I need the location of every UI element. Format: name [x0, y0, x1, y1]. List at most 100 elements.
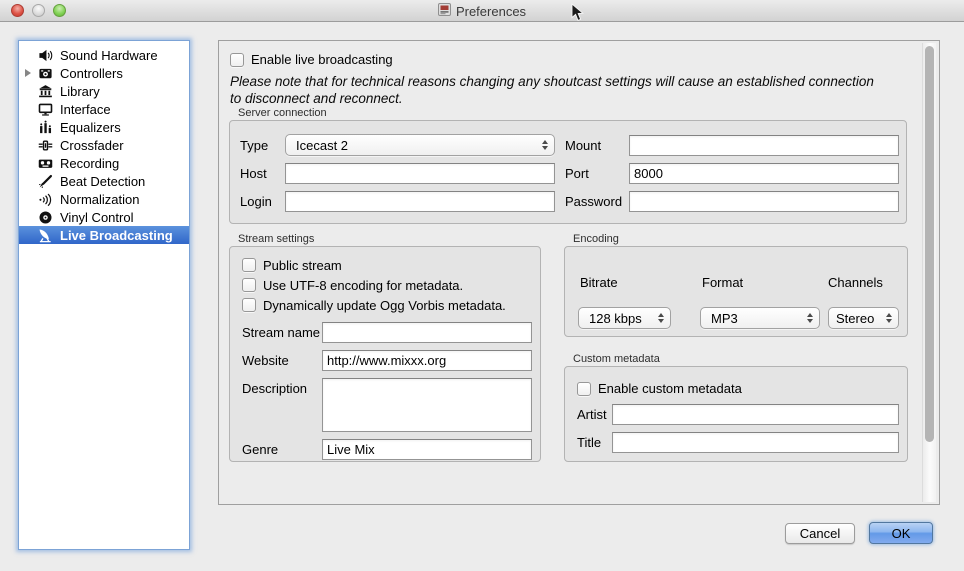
- vinyl-record-icon: [36, 209, 55, 225]
- public-stream-checkbox[interactable]: [242, 258, 256, 272]
- sidebar-item-label: Crossfader: [60, 138, 124, 153]
- website-label: Website: [242, 350, 322, 368]
- enable-live-broadcasting-label: Enable live broadcasting: [251, 52, 393, 67]
- cassette-icon: [36, 155, 55, 171]
- stream-name-label: Stream name: [242, 322, 322, 340]
- soundwave-icon: [36, 191, 55, 207]
- title-input[interactable]: [612, 432, 899, 453]
- zoom-button[interactable]: [53, 4, 66, 17]
- preferences-window: Preferences Sound Hardware Controllers L…: [0, 0, 964, 571]
- encoding-title: Encoding: [573, 233, 908, 246]
- stream-settings-title: Stream settings: [238, 233, 541, 246]
- port-label: Port: [555, 166, 629, 181]
- monitor-icon: [36, 101, 55, 117]
- utf8-metadata-row: Use UTF-8 encoding for metadata.: [242, 275, 532, 295]
- stepper-arrows-icon: [658, 313, 664, 324]
- server-connection-group: Server connection Type Icecast 2 Mount H…: [229, 107, 907, 224]
- mount-label: Mount: [555, 138, 629, 153]
- stream-name-input[interactable]: [322, 322, 532, 343]
- ogg-metadata-checkbox[interactable]: [242, 298, 256, 312]
- mouse-cursor-icon: [571, 3, 584, 27]
- equalizer-bars-icon: [36, 119, 55, 135]
- host-label: Host: [240, 166, 285, 181]
- server-connection-title: Server connection: [238, 107, 907, 120]
- library-icon: [36, 83, 55, 99]
- sidebar-item-label: Recording: [60, 156, 119, 171]
- stepper-arrows-icon: [542, 140, 548, 151]
- sidebar-item-label: Equalizers: [60, 120, 121, 135]
- scrollbar-thumb[interactable]: [925, 46, 934, 442]
- custom-metadata-title: Custom metadata: [573, 353, 908, 366]
- encoding-group: Encoding Bitrate Format Channels 128 kbp…: [564, 233, 908, 337]
- minimize-button[interactable]: [32, 4, 45, 17]
- bitrate-label: Bitrate: [580, 275, 618, 290]
- utf8-metadata-label: Use UTF-8 encoding for metadata.: [263, 278, 463, 293]
- custom-metadata-group: Custom metadata Enable custom metadata A…: [564, 353, 908, 462]
- stream-settings-group: Stream settings Public stream Use UTF-8 …: [229, 233, 541, 462]
- sidebar-item-controllers[interactable]: Controllers: [19, 64, 189, 82]
- close-button[interactable]: [11, 4, 24, 17]
- sidebar-item-label: Sound Hardware: [60, 48, 158, 63]
- sidebar-item-label: Library: [60, 84, 100, 99]
- live-broadcasting-pane: Enable live broadcasting Please note tha…: [218, 40, 940, 505]
- enable-live-broadcasting-checkbox[interactable]: [230, 53, 244, 67]
- ogg-metadata-row: Dynamically update Ogg Vorbis metadata.: [242, 295, 532, 315]
- crossfader-icon: [36, 137, 55, 153]
- artist-label: Artist: [577, 407, 607, 422]
- sidebar-item-label: Normalization: [60, 192, 139, 207]
- sidebar-item-label: Controllers: [60, 66, 123, 81]
- stepper-arrows-icon: [886, 313, 892, 324]
- window-title: Preferences: [456, 4, 526, 19]
- sidebar-item-recording[interactable]: Recording: [19, 154, 189, 172]
- sidebar-item-label: Vinyl Control: [60, 210, 133, 225]
- sidebar-item-label: Live Broadcasting: [60, 228, 173, 243]
- type-dropdown[interactable]: Icecast 2: [285, 134, 555, 156]
- ogg-metadata-label: Dynamically update Ogg Vorbis metadata.: [263, 298, 506, 313]
- satellite-dish-icon: [36, 227, 55, 243]
- channels-dropdown[interactable]: Stereo: [828, 307, 899, 329]
- login-label: Login: [240, 194, 285, 209]
- format-dropdown[interactable]: MP3: [700, 307, 820, 329]
- password-label: Password: [555, 194, 629, 209]
- port-input[interactable]: [629, 163, 899, 184]
- public-stream-label: Public stream: [263, 258, 342, 273]
- shoutcast-note: Please note that for technical reasons c…: [230, 73, 930, 107]
- ok-button[interactable]: OK: [869, 522, 933, 544]
- genre-input[interactable]: [322, 439, 532, 460]
- artist-input[interactable]: [612, 404, 899, 425]
- enable-custom-metadata-label: Enable custom metadata: [598, 381, 742, 396]
- disclosure-triangle-icon[interactable]: [25, 69, 31, 77]
- controller-icon: [36, 65, 55, 81]
- wand-icon: [36, 173, 55, 189]
- bitrate-dropdown[interactable]: 128 kbps: [578, 307, 671, 329]
- vertical-scrollbar[interactable]: [922, 43, 936, 502]
- sidebar-item-vinyl-control[interactable]: Vinyl Control: [19, 208, 189, 226]
- format-label: Format: [702, 275, 743, 290]
- description-label: Description: [242, 378, 322, 396]
- sidebar-item-equalizers[interactable]: Equalizers: [19, 118, 189, 136]
- preferences-proxy-icon: [438, 3, 451, 19]
- enable-live-broadcasting-row: Enable live broadcasting: [230, 52, 393, 67]
- sidebar-item-beat-detection[interactable]: Beat Detection: [19, 172, 189, 190]
- sidebar-item-label: Interface: [60, 102, 111, 117]
- host-input[interactable]: [285, 163, 555, 184]
- sidebar-item-sound-hardware[interactable]: Sound Hardware: [19, 46, 189, 64]
- genre-label: Genre: [242, 439, 322, 457]
- titlebar[interactable]: Preferences: [0, 0, 964, 22]
- description-textarea[interactable]: [322, 378, 532, 432]
- cancel-button[interactable]: Cancel: [785, 523, 855, 544]
- password-input[interactable]: [629, 191, 899, 212]
- type-label: Type: [240, 138, 285, 153]
- sidebar-item-interface[interactable]: Interface: [19, 100, 189, 118]
- sidebar-item-normalization[interactable]: Normalization: [19, 190, 189, 208]
- sidebar-item-crossfader[interactable]: Crossfader: [19, 136, 189, 154]
- preferences-sidebar: Sound Hardware Controllers Library Inter…: [18, 40, 190, 550]
- mount-input[interactable]: [629, 135, 899, 156]
- speaker-icon: [36, 47, 55, 63]
- enable-custom-metadata-checkbox[interactable]: [577, 382, 591, 396]
- sidebar-item-live-broadcasting[interactable]: Live Broadcasting: [19, 226, 189, 244]
- sidebar-item-library[interactable]: Library: [19, 82, 189, 100]
- website-input[interactable]: [322, 350, 532, 371]
- login-input[interactable]: [285, 191, 555, 212]
- utf8-metadata-checkbox[interactable]: [242, 278, 256, 292]
